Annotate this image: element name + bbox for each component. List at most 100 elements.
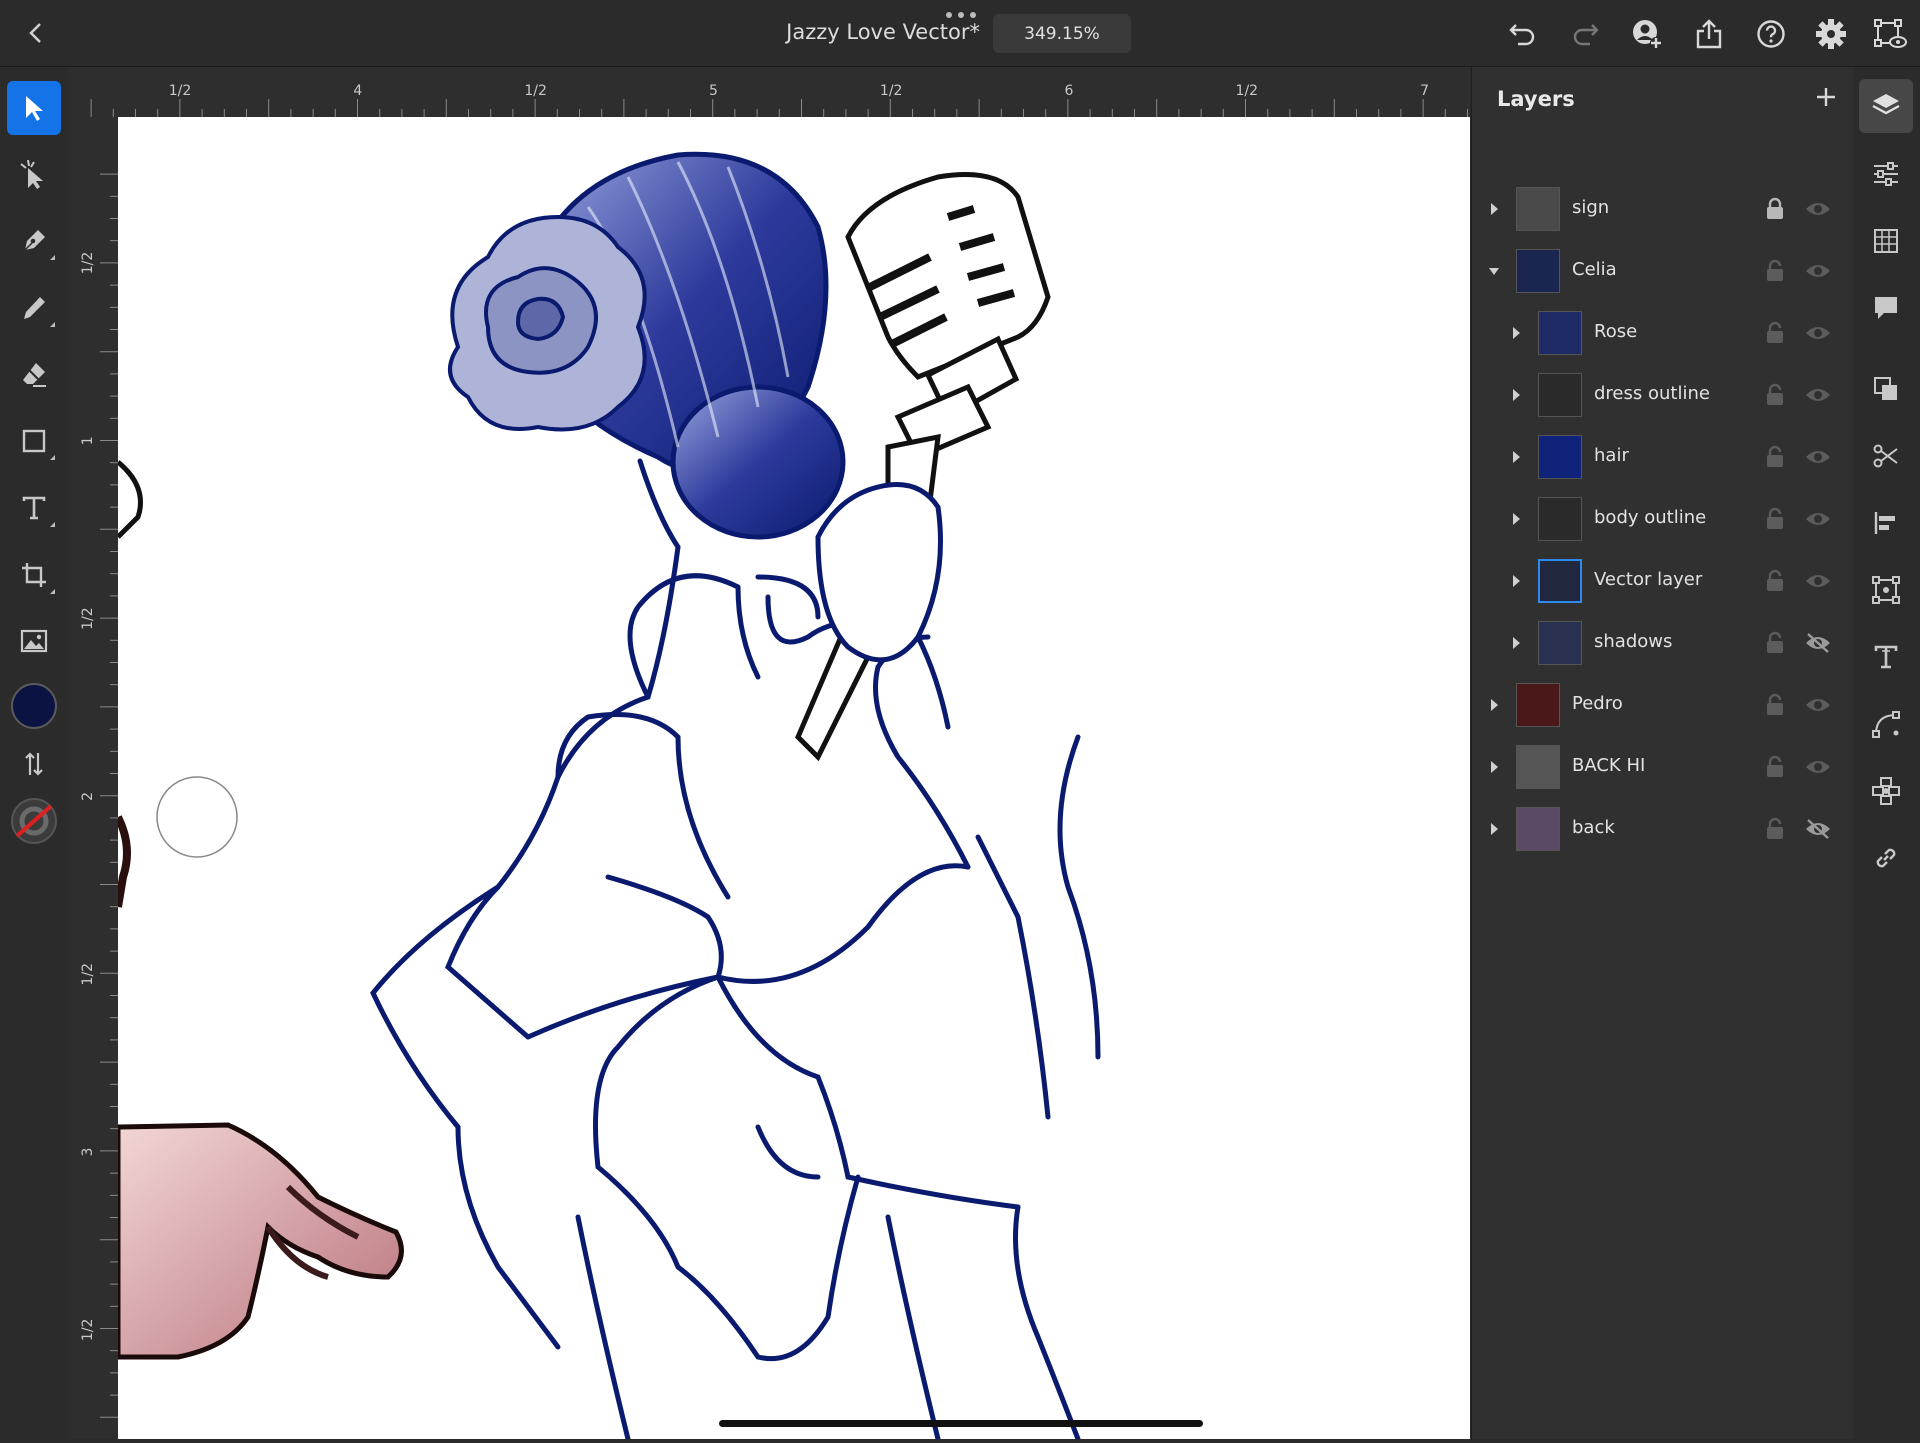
pedro-partial	[118, 460, 404, 1360]
link-button[interactable]	[1859, 831, 1913, 885]
link-icon	[1876, 848, 1896, 868]
layer-name: Rose	[1594, 321, 1638, 342]
unlock-icon[interactable]	[1764, 817, 1786, 841]
layer-row[interactable]: Rose	[1472, 303, 1854, 363]
more-dots-icon[interactable]	[944, 10, 978, 20]
help-button[interactable]	[1753, 16, 1789, 52]
unlock-icon[interactable]	[1764, 259, 1786, 283]
place-image-tool[interactable]	[7, 614, 61, 668]
image-icon	[20, 629, 48, 653]
settings-icon	[1816, 19, 1846, 49]
type-tool[interactable]	[7, 481, 61, 535]
eye-icon[interactable]	[1804, 445, 1832, 469]
transform-button[interactable]	[1859, 563, 1913, 617]
horizontal-ruler[interactable]: 1/2 4 1/2 5 1/2 6 1/2 7	[68, 67, 1470, 117]
caret-right-icon[interactable]	[1510, 388, 1522, 402]
scissors-button[interactable]	[1859, 429, 1913, 483]
pen-tool[interactable]	[7, 214, 61, 268]
align-button[interactable]	[1859, 496, 1913, 550]
caret-right-icon[interactable]	[1488, 822, 1500, 836]
unlock-icon[interactable]	[1764, 569, 1786, 593]
comments-button[interactable]	[1859, 281, 1913, 335]
caret-right-icon[interactable]	[1510, 574, 1522, 588]
submenu-indicator	[50, 455, 55, 460]
eraser-tool[interactable]	[7, 347, 61, 401]
unlock-icon[interactable]	[1764, 755, 1786, 779]
artboard-tool[interactable]	[7, 548, 61, 602]
caret-right-icon[interactable]	[1510, 450, 1522, 464]
layer-row[interactable]: hair	[1472, 427, 1854, 487]
invite-icon	[1633, 20, 1662, 49]
layer-row[interactable]: Celia	[1472, 241, 1854, 301]
grid-button[interactable]	[1859, 214, 1913, 268]
swap-colors-button[interactable]	[7, 737, 61, 791]
layers-panel-title: Layers	[1497, 87, 1575, 111]
caret-right-icon[interactable]	[1488, 202, 1500, 216]
eye-icon[interactable]	[1804, 569, 1832, 593]
select-tool[interactable]	[7, 81, 61, 135]
fill-color-swatch[interactable]	[7, 679, 61, 733]
unlock-icon[interactable]	[1764, 445, 1786, 469]
layer-row[interactable]: dress outline	[1472, 365, 1854, 425]
layer-thumbnail	[1516, 745, 1560, 789]
eye-hidden-icon[interactable]	[1804, 631, 1832, 655]
shape-tool[interactable]	[7, 414, 61, 468]
undo-button[interactable]	[1505, 16, 1541, 52]
ruler-ticks: 1/2 4 1/2 5 1/2 6 1/2 7	[90, 83, 1468, 117]
caret-right-icon[interactable]	[1510, 636, 1522, 650]
eye-icon[interactable]	[1804, 383, 1832, 407]
unlock-icon[interactable]	[1764, 631, 1786, 655]
layer-row[interactable]: BACK HI	[1472, 737, 1854, 797]
unlock-icon[interactable]	[1764, 321, 1786, 345]
direct-select-tool[interactable]	[7, 147, 61, 201]
path-button[interactable]	[1859, 697, 1913, 751]
caret-right-icon[interactable]	[1510, 512, 1522, 526]
share-button[interactable]	[1691, 16, 1727, 52]
lock-icon[interactable]	[1764, 197, 1786, 221]
layer-row[interactable]: body outline	[1472, 489, 1854, 549]
unlock-icon[interactable]	[1764, 693, 1786, 717]
eye-icon[interactable]	[1804, 259, 1832, 283]
select-tool-icon	[26, 96, 43, 121]
document-title[interactable]: Jazzy Love Vector*	[740, 20, 980, 44]
layer-row[interactable]: Pedro	[1472, 675, 1854, 735]
submenu-indicator	[50, 522, 55, 527]
eye-icon[interactable]	[1804, 693, 1832, 717]
caret-right-icon[interactable]	[1488, 760, 1500, 774]
home-indicator[interactable]	[719, 1420, 1203, 1427]
preview-button[interactable]	[1872, 16, 1908, 52]
text-properties-button[interactable]	[1859, 630, 1913, 684]
eye-icon[interactable]	[1804, 507, 1832, 531]
ruler-label: 1/2	[80, 252, 96, 275]
layer-row[interactable]: Vector layer	[1472, 551, 1854, 611]
artboard-canvas[interactable]	[118, 117, 1470, 1439]
text-properties-icon	[1874, 645, 1898, 669]
layer-thumbnail	[1538, 373, 1582, 417]
eye-icon[interactable]	[1804, 197, 1832, 221]
eye-icon[interactable]	[1804, 321, 1832, 345]
properties-button[interactable]	[1859, 147, 1913, 201]
eye-icon[interactable]	[1804, 755, 1832, 779]
eye-hidden-icon[interactable]	[1804, 817, 1832, 841]
back-button[interactable]	[18, 16, 52, 50]
caret-right-icon[interactable]	[1488, 698, 1500, 712]
invite-button[interactable]	[1629, 16, 1665, 52]
caret-right-icon[interactable]	[1510, 326, 1522, 340]
layer-row[interactable]: back	[1472, 799, 1854, 859]
repeat-button[interactable]	[1859, 764, 1913, 818]
stroke-color-swatch[interactable]	[7, 794, 61, 848]
caret-down-icon[interactable]	[1488, 264, 1500, 278]
zoom-level[interactable]: 349.15%	[993, 14, 1131, 53]
add-layer-button[interactable]	[1810, 81, 1842, 113]
layer-row[interactable]: shadows	[1472, 613, 1854, 673]
unlock-icon[interactable]	[1764, 507, 1786, 531]
vertical-ruler[interactable]: 1/2 1 1/2 2 1/2 3 1/2	[68, 117, 118, 1439]
pencil-tool[interactable]	[7, 281, 61, 335]
arrange-button[interactable]	[1859, 362, 1913, 416]
settings-button[interactable]	[1813, 16, 1849, 52]
layer-row[interactable]: sign	[1472, 179, 1854, 239]
path-icon	[1872, 711, 1900, 738]
unlock-icon[interactable]	[1764, 383, 1786, 407]
redo-button[interactable]	[1567, 16, 1603, 52]
layers-panel-button[interactable]	[1859, 79, 1913, 133]
